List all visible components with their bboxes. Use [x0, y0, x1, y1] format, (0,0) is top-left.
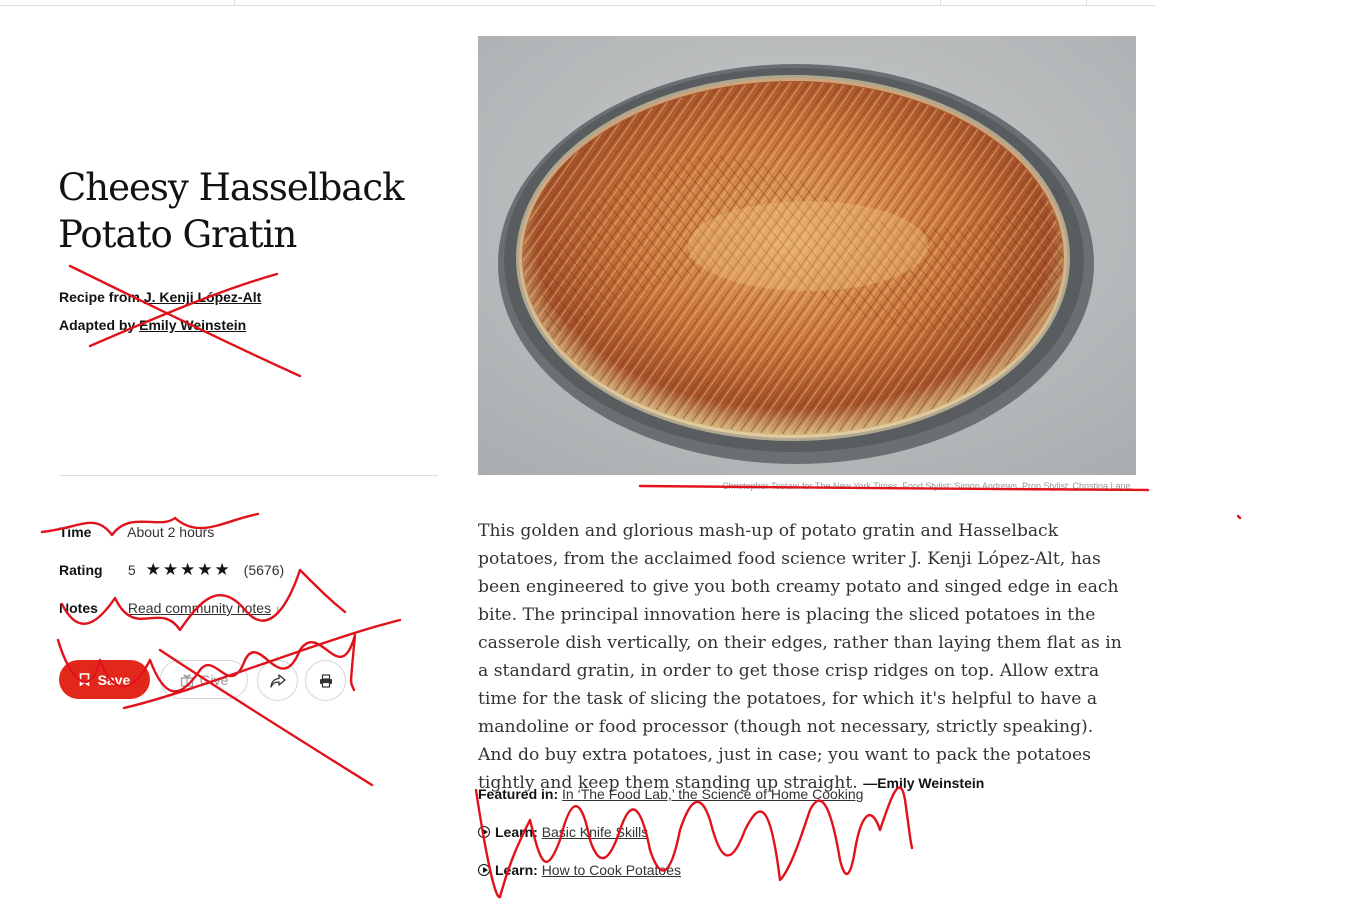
featured-in: Featured in: In ‘The Food Lab,’ the Scie…: [478, 786, 863, 802]
recipe-photo: [478, 36, 1136, 475]
time-row: Time About 2 hours: [59, 522, 214, 542]
nav-divider: [940, 0, 941, 5]
notes-row: Notes Read community notes ↓: [59, 598, 281, 618]
play-icon: [478, 864, 490, 876]
share-button[interactable]: [257, 660, 298, 701]
time-label: Time: [59, 524, 92, 540]
nav-divider: [234, 0, 235, 5]
recipe-from-byline: Recipe from J. Kenji López-Alt: [59, 289, 261, 305]
recipe-title: Cheesy Hasselback Potato Gratin: [58, 166, 405, 256]
learn-cook-potatoes-link[interactable]: How to Cook Potatoes: [542, 862, 681, 878]
description-body: This golden and glorious mash-up of pota…: [478, 521, 1122, 793]
share-icon: [269, 673, 286, 688]
learn-item: Learn: How to Cook Potatoes: [478, 862, 681, 878]
nav-divider: [1086, 0, 1087, 5]
featured-link[interactable]: In ‘The Food Lab,’ the Science of Home C…: [562, 786, 863, 802]
recipe-from-label: Recipe from: [59, 289, 140, 305]
rating-count: (5676): [243, 562, 285, 578]
save-button[interactable]: Save: [59, 660, 150, 699]
bookmark-icon: [79, 673, 89, 686]
print-icon: [319, 673, 332, 688]
adapted-by-byline: Adapted by Emily Weinstein: [59, 317, 246, 333]
give-button[interactable]: Give: [160, 660, 248, 699]
photo-credit: Christopher Testani for The New York Tim…: [722, 481, 1133, 491]
arrow-down-icon: ↓: [274, 602, 281, 616]
give-label: Give: [199, 671, 229, 688]
adapted-by-label: Adapted by: [59, 317, 136, 333]
learn-label: Learn:: [495, 824, 538, 840]
rating-label: Rating: [59, 562, 103, 578]
author-link[interactable]: J. Kenji López-Alt: [144, 289, 261, 305]
description-signature: —Emily Weinstein: [863, 775, 985, 791]
featured-label: Featured in:: [478, 786, 559, 802]
gift-icon: [180, 673, 193, 687]
save-label: Save: [97, 671, 131, 688]
section-divider: [59, 475, 438, 476]
rating-value: 5: [127, 562, 136, 578]
community-notes-link[interactable]: Read community notes: [128, 600, 271, 616]
learn-label: Learn:: [495, 862, 538, 878]
top-nav-bar: [0, 0, 1155, 6]
rating-stars[interactable]: ★★★★★: [146, 560, 232, 579]
play-icon: [478, 826, 490, 838]
print-button[interactable]: [305, 660, 346, 701]
learn-item: Learn: Basic Knife Skills: [478, 824, 648, 840]
time-value: About 2 hours: [127, 524, 215, 540]
rating-row: Rating 5 ★★★★★ (5676): [59, 560, 284, 580]
recipe-description: This golden and glorious mash-up of pota…: [478, 517, 1133, 797]
learn-knife-skills-link[interactable]: Basic Knife Skills: [542, 824, 649, 840]
notes-label: Notes: [59, 600, 98, 616]
adapter-link[interactable]: Emily Weinstein: [139, 317, 246, 333]
